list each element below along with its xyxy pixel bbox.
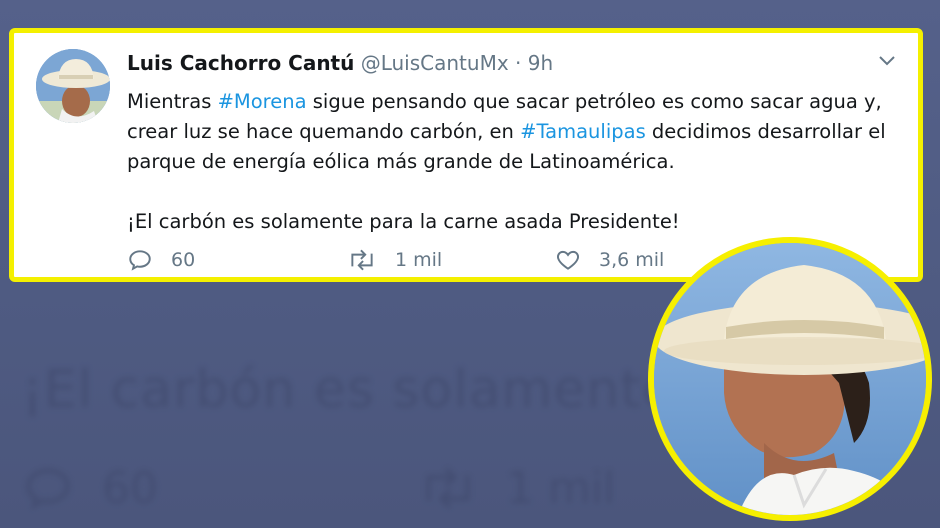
header-separator: · <box>515 51 522 75</box>
reply-button[interactable]: 60 <box>127 247 347 273</box>
author-name[interactable]: Luis Cachorro Cantú <box>127 51 354 75</box>
reply-count: 60 <box>171 249 196 271</box>
tweet-timestamp[interactable]: 9h <box>528 51 553 75</box>
portrait-inset <box>648 237 932 521</box>
tweet-menu-button[interactable] <box>874 51 900 73</box>
author-avatar[interactable] <box>36 49 110 123</box>
reply-icon <box>26 468 70 510</box>
retweet-icon <box>351 249 373 271</box>
hashtag-link-tamaulipas[interactable]: #Tamaulipas <box>520 120 646 143</box>
author-handle[interactable]: @LuisCantuMx <box>361 51 509 75</box>
like-button[interactable]: 3,6 mil <box>555 247 664 273</box>
retweet-icon <box>426 467 470 509</box>
retweet-button[interactable]: 1 mil <box>347 247 555 273</box>
heart-icon <box>557 250 579 270</box>
tweet-header: Luis Cachorro Cantú @LuisCantuMx · 9h <box>127 51 553 75</box>
reply-icon <box>129 250 151 271</box>
like-count: 3,6 mil <box>599 249 665 271</box>
avatar-photo <box>36 49 110 123</box>
portrait-photo <box>654 243 926 515</box>
chevron-down-icon <box>879 56 895 66</box>
tweet-text-part: Mientras <box>127 90 218 113</box>
blurred-retweet: 1 mil <box>418 462 615 514</box>
tweet-actions: 60 1 mil 3,6 mil <box>127 247 664 273</box>
blurred-reply: 60 <box>22 462 158 514</box>
tweet-second-paragraph: ¡El carbón es solamente para la carne as… <box>127 210 680 233</box>
blurred-actions: 60 1 mil <box>22 462 615 514</box>
tweet-text: Mientras #Morena sigue pensando que saca… <box>127 87 917 237</box>
retweet-count: 1 mil <box>395 249 443 271</box>
hashtag-link-morena[interactable]: #Morena <box>218 90 307 113</box>
